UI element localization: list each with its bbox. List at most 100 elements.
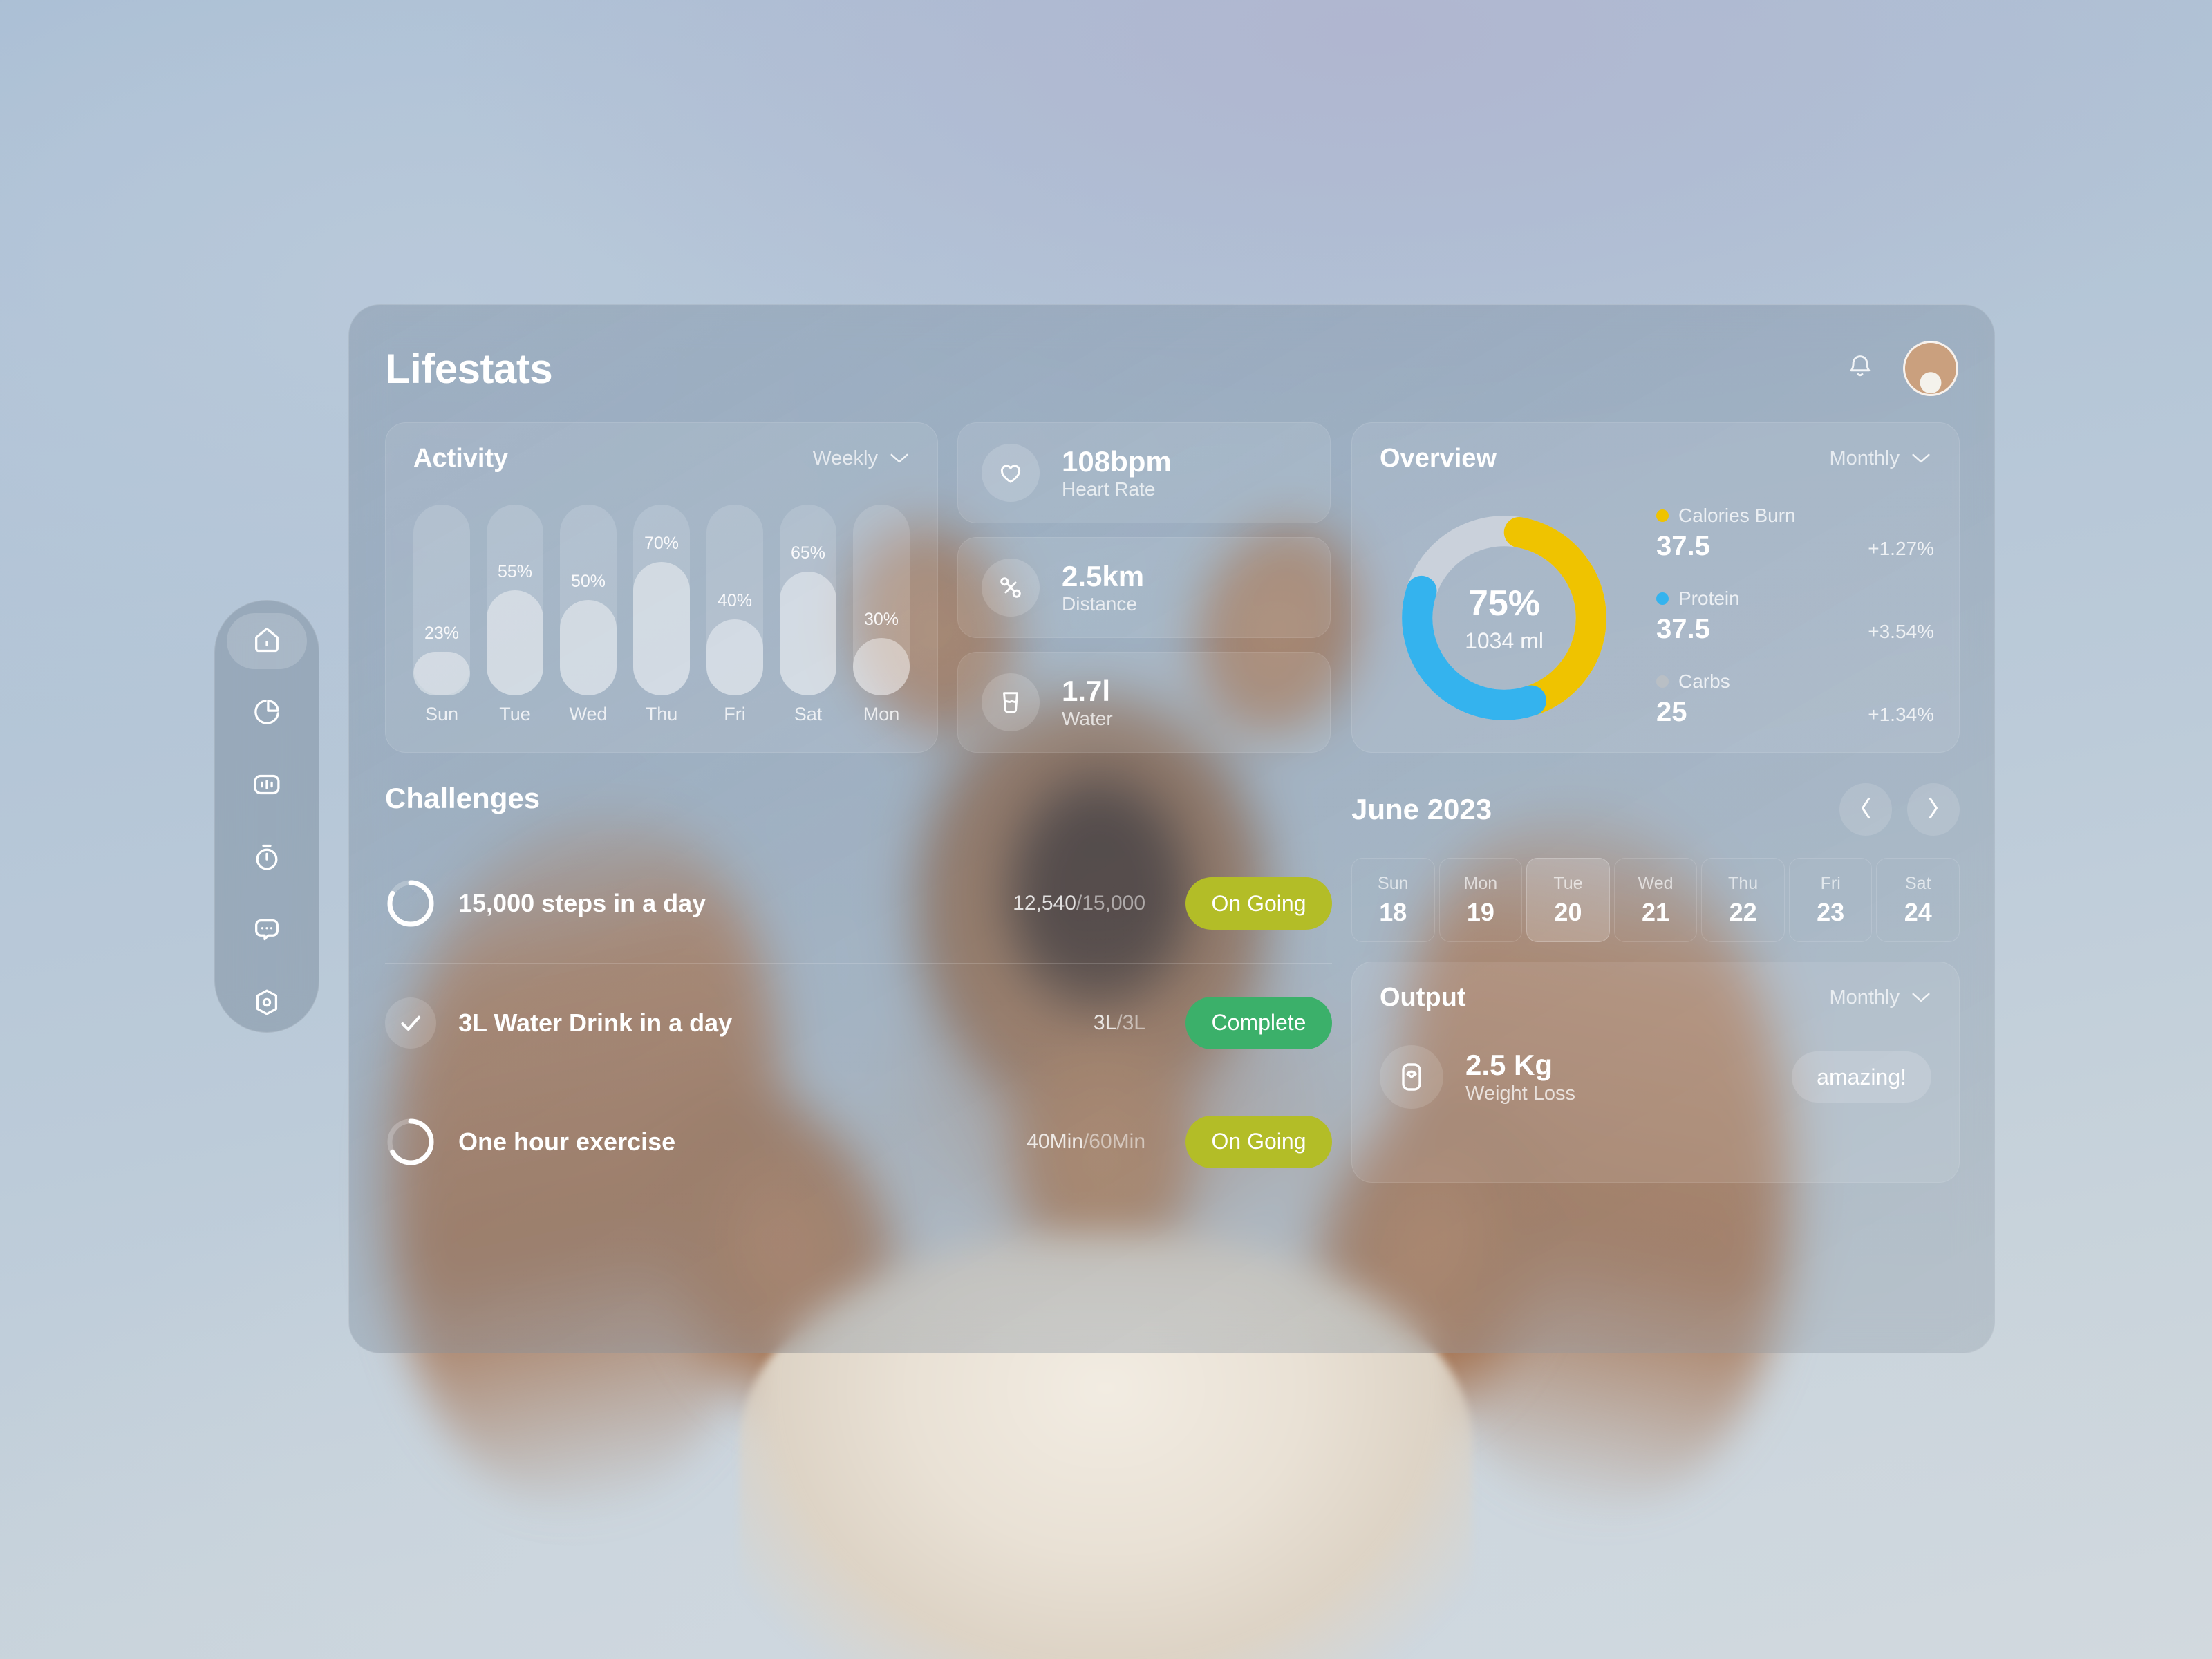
chevron-down-icon bbox=[889, 447, 910, 470]
bell-icon[interactable] bbox=[1845, 352, 1875, 386]
activity-bar[interactable]: 70% bbox=[633, 505, 690, 695]
activity-bar[interactable]: 40% bbox=[706, 505, 763, 695]
bar-category-label: Thu bbox=[645, 704, 678, 724]
calendar-day-number: 23 bbox=[1817, 897, 1845, 926]
sidebar-item-settings[interactable] bbox=[227, 976, 307, 1032]
pie-chart-icon bbox=[251, 696, 283, 731]
calendar-day-number: 24 bbox=[1904, 897, 1932, 926]
legend-values: 37.5 +1.27% bbox=[1656, 531, 1934, 562]
calendar-day[interactable]: Tue 20 bbox=[1526, 858, 1610, 942]
sidebar-item-stats[interactable] bbox=[227, 758, 307, 814]
timer-icon bbox=[251, 841, 283, 877]
calendar-day[interactable]: Thu 22 bbox=[1701, 858, 1785, 942]
output-panel: Output Monthly 2.5 Kg Weight Loss amazin… bbox=[1351, 962, 1960, 1183]
calendar-day[interactable]: Sun 18 bbox=[1351, 858, 1435, 942]
overview-period-label: Monthly bbox=[1829, 447, 1900, 469]
calendar-day-number: 22 bbox=[1729, 897, 1757, 926]
page-title: Lifestats bbox=[385, 345, 553, 392]
bar-value-label: 30% bbox=[863, 610, 899, 629]
bar-fill bbox=[413, 652, 470, 695]
metric-card-water[interactable]: 1.7l Water bbox=[957, 652, 1331, 753]
legend-name: Calories Burn bbox=[1656, 505, 1934, 527]
avatar[interactable] bbox=[1903, 341, 1958, 396]
metric-label: Water bbox=[1062, 707, 1113, 729]
status-badge[interactable]: On Going bbox=[1185, 1115, 1332, 1168]
activity-bar[interactable]: 30% bbox=[853, 505, 910, 695]
bar-category-label: Wed bbox=[569, 704, 608, 724]
calendar-day-number: 19 bbox=[1466, 897, 1494, 926]
legend-values: 37.5 +3.54% bbox=[1656, 614, 1934, 645]
heart-icon bbox=[982, 444, 1040, 502]
status-badge[interactable]: On Going bbox=[1185, 877, 1332, 930]
activity-bar[interactable]: 55% bbox=[487, 505, 543, 695]
sidebar-item-home[interactable] bbox=[227, 613, 307, 669]
activity-period-dropdown[interactable]: Weekly bbox=[812, 447, 910, 470]
status-badge[interactable]: Complete bbox=[1185, 996, 1332, 1049]
chat-icon bbox=[251, 914, 283, 949]
gear-icon bbox=[251, 986, 283, 1022]
bar-category-label: Sun bbox=[424, 704, 459, 724]
overview-period-dropdown[interactable]: Monthly bbox=[1829, 447, 1931, 470]
sidebar-item-analytics[interactable] bbox=[227, 686, 307, 742]
overview-title: Overview bbox=[1380, 444, 1497, 473]
activity-title: Activity bbox=[413, 444, 509, 473]
bar-fill bbox=[487, 590, 543, 695]
legend-color-dot bbox=[1656, 509, 1669, 522]
activity-panel: Activity Weekly 23% 55% 50% 70% 40% 65% 30% Su… bbox=[385, 422, 938, 753]
output-title: Output bbox=[1380, 983, 1466, 1012]
overview-header: Overview Monthly bbox=[1352, 423, 1959, 474]
calendar-nav bbox=[1839, 783, 1960, 836]
challenge-row[interactable]: 15,000 steps in a day 12,540/15,000 On Goi… bbox=[385, 844, 1332, 963]
calendar-day[interactable]: Fri 23 bbox=[1788, 858, 1873, 942]
sidebar-nav bbox=[214, 600, 319, 1033]
bar-fill bbox=[633, 562, 690, 695]
chevron-left-icon bbox=[1857, 796, 1875, 824]
output-value: 2.5 Kg bbox=[1465, 1049, 1553, 1082]
overview-panel: Overview Monthly 75% 1034 ml Calories Bu… bbox=[1351, 422, 1960, 753]
activity-bar[interactable]: 23% bbox=[413, 505, 470, 695]
calendar-day-name: Thu bbox=[1728, 873, 1759, 893]
header-actions bbox=[1845, 341, 1958, 396]
output-tag-badge: amazing! bbox=[1792, 1051, 1931, 1103]
calendar-day[interactable]: Wed 21 bbox=[1613, 858, 1698, 942]
activity-bar[interactable]: 50% bbox=[560, 505, 617, 695]
calendar-day-number: 20 bbox=[1554, 897, 1582, 926]
metric-label: Heart Rate bbox=[1062, 478, 1156, 500]
card-header: Lifestats bbox=[385, 330, 1958, 407]
activity-bar[interactable]: 65% bbox=[780, 505, 836, 695]
calendar-prev-button[interactable] bbox=[1839, 783, 1892, 836]
legend-color-dot bbox=[1656, 592, 1669, 605]
activity-header: Activity Weekly bbox=[386, 423, 937, 474]
calendar-day-number: 18 bbox=[1379, 897, 1407, 926]
output-period-dropdown[interactable]: Monthly bbox=[1829, 986, 1931, 1009]
sidebar-item-messages[interactable] bbox=[227, 903, 307, 959]
calendar-next-button[interactable] bbox=[1907, 783, 1960, 836]
bar-fill bbox=[780, 572, 836, 695]
challenge-name: 15,000 steps in a day bbox=[458, 889, 706, 917]
donut-subvalue: 1034 ml bbox=[1465, 628, 1544, 653]
calendar-header: June 2023 bbox=[1351, 782, 1960, 837]
calendar-days: Sun 18 Mon 19 Tue 20 Wed 21 Thu 22 Fri 23 Sat 24 bbox=[1351, 858, 1960, 942]
legend-row: Protein 37.5 +3.54% bbox=[1656, 572, 1934, 655]
metric-value: 2.5km bbox=[1062, 560, 1145, 593]
glass-water-icon bbox=[982, 673, 1040, 731]
calendar-day[interactable]: Sat 24 bbox=[1876, 858, 1960, 942]
challenge-row[interactable]: One hour exercise 40Min/60Min On Going bbox=[385, 1082, 1332, 1201]
bar-value-label: 50% bbox=[570, 572, 606, 591]
challenges-list: 15,000 steps in a day 12,540/15,000 On Goi… bbox=[385, 844, 1332, 1201]
sidebar-item-timer[interactable] bbox=[227, 831, 307, 887]
challenge-progress: 40Min/60Min bbox=[1027, 1130, 1145, 1153]
metric-card-distance[interactable]: 2.5km Distance bbox=[957, 537, 1331, 638]
home-icon bbox=[251, 624, 283, 659]
legend-delta: +3.54% bbox=[1868, 621, 1934, 642]
legend-delta: +1.34% bbox=[1868, 704, 1934, 725]
overview-legend: Calories Burn 37.5 +1.27% Protein 37.5 +3.54%… bbox=[1656, 500, 1934, 738]
calendar-day[interactable]: Mon 19 bbox=[1438, 858, 1523, 942]
metric-card-heart-rate[interactable]: 108bpm Heart Rate bbox=[957, 422, 1331, 523]
challenge-row[interactable]: 3L Water Drink in a day 3L/3L Complete bbox=[385, 963, 1332, 1082]
legend-label: Protein bbox=[1678, 588, 1740, 609]
progress-ring-icon bbox=[385, 1116, 436, 1168]
legend-color-dot bbox=[1656, 675, 1669, 688]
legend-name: Carbs bbox=[1656, 671, 1934, 693]
legend-label: Carbs bbox=[1678, 671, 1730, 692]
